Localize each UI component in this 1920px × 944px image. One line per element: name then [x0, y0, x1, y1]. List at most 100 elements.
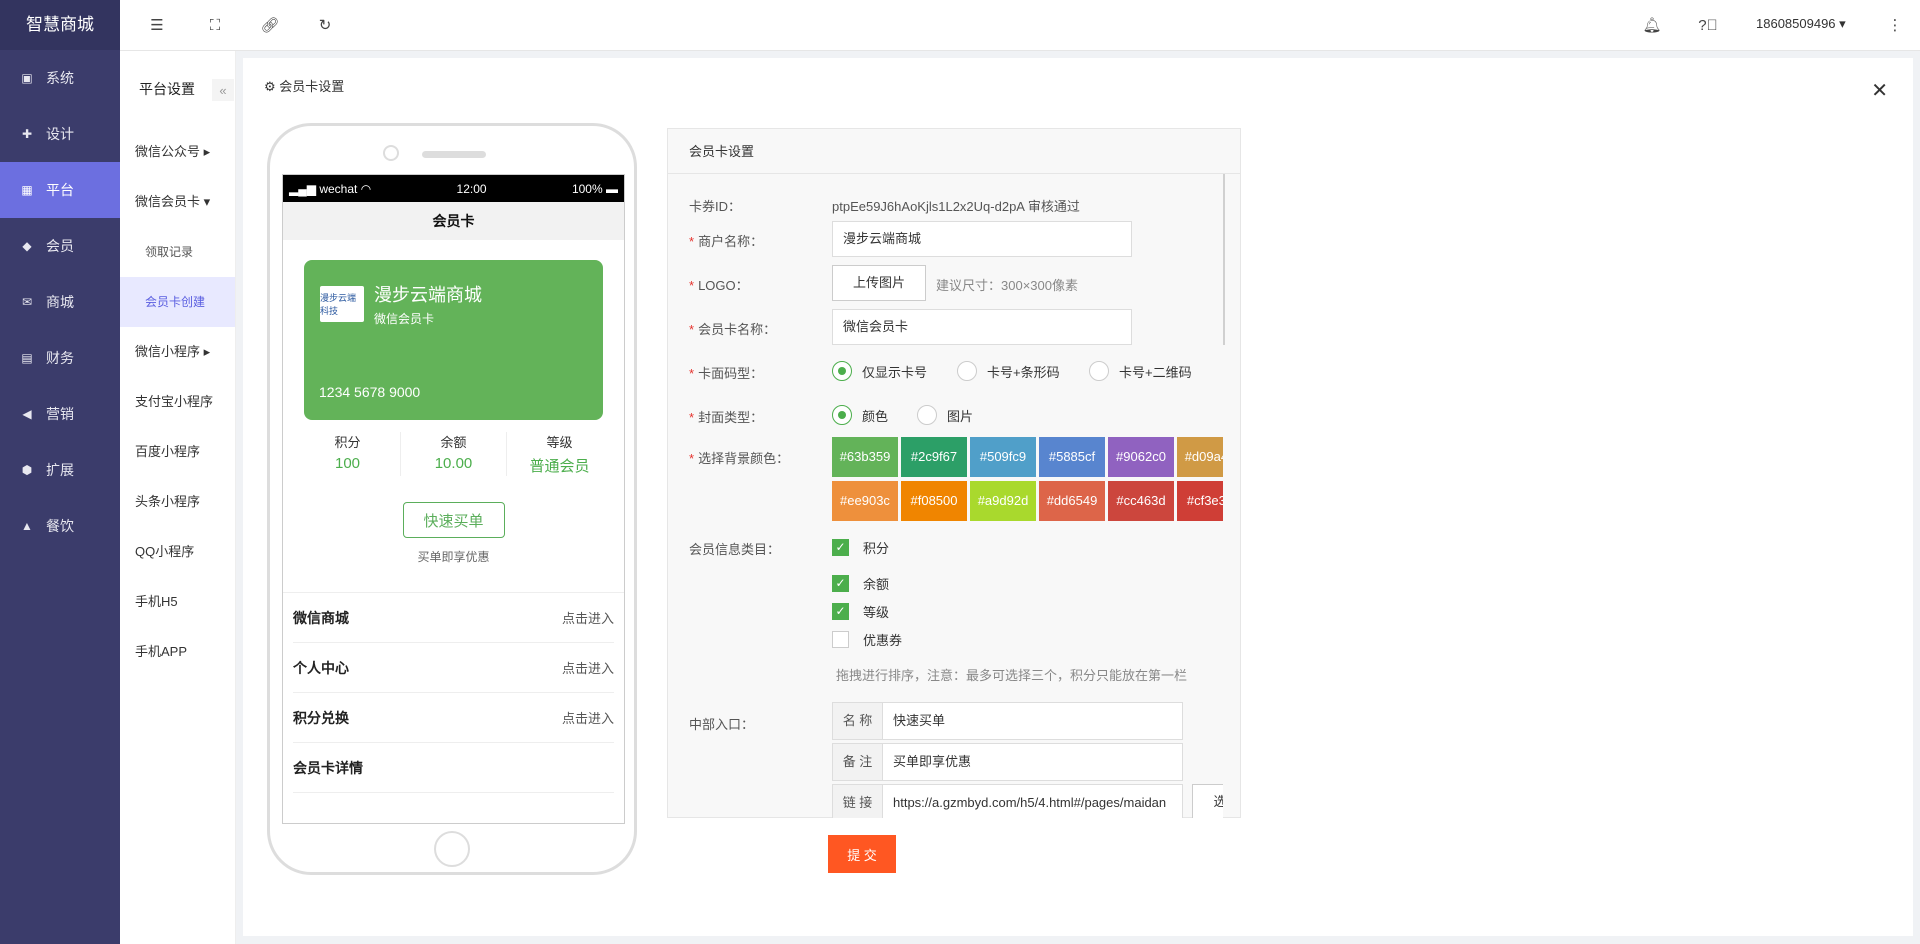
upload-image-button[interactable]: 上传图片	[832, 265, 926, 301]
nav-item-platform[interactable]: ▦ 平台	[0, 162, 120, 218]
code-type-label: * 卡面码型：	[689, 363, 763, 382]
diamond-icon: ◆	[22, 239, 32, 253]
megaphone-icon: ◀	[22, 407, 32, 421]
screen-title: 会员卡	[283, 202, 624, 240]
required-mark: *	[689, 234, 695, 249]
subnav-item-wechat-official[interactable]: 微信公众号 ▸	[120, 127, 235, 177]
carrier-text: wechat	[319, 181, 358, 196]
subnav-item-claim-records[interactable]: 领取记录	[120, 227, 235, 277]
help-icon[interactable]: ?⃝	[1698, 15, 1718, 35]
puzzle-icon: ✚	[21, 127, 33, 141]
link-icon[interactable]: 🔗︎	[260, 15, 280, 35]
radio-barcode[interactable]: 卡号+条形码	[957, 361, 1060, 381]
stat-balance: 余额 10.00	[401, 432, 507, 476]
nav-item-extension[interactable]: ⬢ 扩展	[0, 442, 120, 498]
bell-icon[interactable]: 🔔︎	[1642, 15, 1662, 35]
checkbox-level[interactable]: ✓ 等级	[832, 602, 889, 621]
stat-points: 积分 100	[295, 432, 401, 476]
nav-item-system[interactable]: ▣ 系统	[0, 50, 120, 106]
radio-image[interactable]: 图片	[917, 405, 973, 425]
list-item[interactable]: 会员卡详情	[293, 743, 614, 793]
user-menu[interactable]: 18608509496 ▾	[1756, 16, 1846, 32]
checkbox-coupon[interactable]: 优惠券	[832, 630, 902, 649]
nav-item-catering[interactable]: ▲ 餐饮	[0, 498, 120, 554]
close-icon[interactable]: ✕	[1871, 78, 1888, 103]
menu-enter: 点击进入	[561, 711, 614, 726]
sub-nav: 平台设置 « 微信公众号 ▸ 微信会员卡 ▾ 领取记录 会员卡创建 微信小程序 …	[120, 51, 236, 944]
color-swatch[interactable]: #cc463d	[1108, 481, 1174, 521]
subnav-item-app[interactable]: 手机APP	[120, 627, 235, 677]
nav-item-mall[interactable]: ✉ 商城	[0, 274, 120, 330]
field-prefix: 备 注	[833, 744, 883, 780]
nav-item-marketing[interactable]: ◀ 营销	[0, 386, 120, 442]
color-swatch[interactable]: #63b359	[832, 437, 898, 477]
subnav-item-card-create[interactable]: 会员卡创建	[120, 277, 235, 327]
radio-color[interactable]: 颜色	[832, 405, 888, 425]
nav-item-design[interactable]: ✚ 设计	[0, 106, 120, 162]
subnav-item-toutiao-mini[interactable]: 头条小程序	[120, 477, 235, 527]
subnav-item-h5[interactable]: 手机H5	[120, 577, 235, 627]
color-swatch[interactable]: #509fc9	[970, 437, 1036, 477]
radio-dot	[957, 361, 977, 381]
quick-pay-button[interactable]: 快速买单	[402, 502, 505, 538]
color-swatch[interactable]: #ee903c	[832, 481, 898, 521]
card-subtitle: 微信会员卡	[374, 312, 435, 326]
label-text: 封面类型：	[698, 410, 764, 425]
monitor-icon: ▣	[21, 71, 33, 85]
stat-label: 积分	[334, 435, 361, 450]
gear-icon: ⚙	[264, 79, 276, 94]
subnav-item-wechat-card[interactable]: 微信会员卡 ▾	[120, 177, 235, 227]
color-swatch[interactable]: #5885cf	[1039, 437, 1105, 477]
grid-icon: ▦	[21, 183, 33, 197]
collapse-button[interactable]: «	[212, 79, 234, 101]
nav-label: 设计	[46, 126, 74, 142]
subnav-item-qq-mini[interactable]: QQ小程序	[120, 527, 235, 577]
card-logo: 漫步云端科技	[320, 286, 364, 322]
stat-level: 等级 普通会员	[507, 432, 612, 476]
submit-button[interactable]: 提 交	[828, 835, 896, 873]
checkbox-balance[interactable]: ✓ 余额	[832, 574, 889, 593]
fullscreen-icon[interactable]: ⛶	[205, 15, 225, 35]
menu-toggle-icon[interactable]: ☰	[147, 15, 167, 35]
stat-value: 100	[334, 455, 361, 472]
more-icon[interactable]: ⋮	[1885, 15, 1905, 35]
card-logo-text: 漫步云端科技	[320, 293, 357, 316]
subnav-item-alipay-mini[interactable]: 支付宝小程序	[120, 377, 235, 427]
logo-label: * LOGO：	[689, 275, 749, 294]
list-item[interactable]: 个人中心 点击进入	[293, 643, 614, 693]
menu-name: 积分兑换	[293, 709, 349, 726]
middle-name-field[interactable]: 名 称快速买单	[832, 702, 1183, 740]
menu-enter: 点击进入	[561, 611, 614, 626]
nav-item-finance[interactable]: ▤ 财务	[0, 330, 120, 386]
middle-link-field[interactable]: 链 接 https://a.gzmbyd.com/h5/4.html#/pages…	[832, 784, 1183, 818]
stat-label: 等级	[546, 435, 573, 450]
color-swatch[interactable]: #cf3e36	[1177, 481, 1223, 521]
radio-card-number-only[interactable]: 仅显示卡号	[832, 361, 927, 381]
checkbox-points[interactable]: ✓ 积分	[832, 538, 889, 557]
panel-heading: 会员卡设置	[668, 129, 1240, 174]
nav-item-member[interactable]: ◆ 会员	[0, 218, 120, 274]
color-swatch[interactable]: #9062c0	[1108, 437, 1174, 477]
merchant-name-input[interactable]: 漫步云端商城	[832, 221, 1132, 257]
color-swatch[interactable]: #2c9f67	[901, 437, 967, 477]
nav-label: 扩展	[46, 462, 74, 478]
color-swatch[interactable]: #f08500	[901, 481, 967, 521]
list-item[interactable]: 积分兑换 点击进入	[293, 693, 614, 743]
menu-name: 微信商城	[293, 609, 349, 626]
color-swatch[interactable]: #dd6549	[1039, 481, 1105, 521]
card-name: 漫步云端商城	[374, 285, 482, 305]
list-item[interactable]: 微信商城 点击进入	[293, 593, 614, 643]
scrollbar[interactable]	[1223, 174, 1225, 345]
color-swatch[interactable]: #d09a45	[1177, 437, 1223, 477]
middle-note-field[interactable]: 备 注买单即享优惠	[832, 743, 1183, 781]
card-name-input[interactable]: 微信会员卡	[832, 309, 1132, 345]
subnav-item-wechat-mini[interactable]: 微信小程序 ▸	[120, 327, 235, 377]
check-icon: ✓	[832, 539, 849, 556]
refresh-icon[interactable]: ↻	[315, 15, 335, 35]
color-swatch[interactable]: #a9d92d	[970, 481, 1036, 521]
required-mark: *	[689, 410, 695, 425]
subnav-item-baidu-mini[interactable]: 百度小程序	[120, 427, 235, 477]
radio-qrcode[interactable]: 卡号+二维码	[1089, 361, 1192, 381]
checkbox-label: 积分	[863, 541, 890, 556]
select-link-button[interactable]: 选择链接	[1192, 784, 1223, 818]
